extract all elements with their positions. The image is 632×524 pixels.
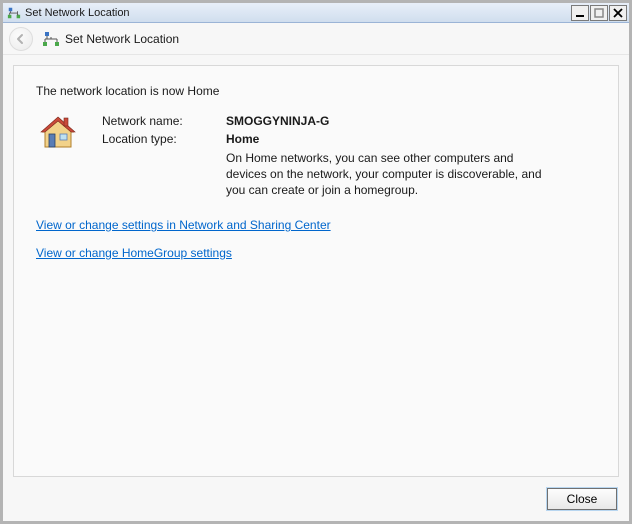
network-location-icon [7,6,21,20]
status-text: The network location is now Home [36,84,596,98]
content-area: The network location is now Home Network… [3,55,629,477]
values-column: SMOGGYNINJA-G Home On Home networks, you… [226,112,596,198]
content-panel: The network location is now Home Network… [13,65,619,477]
close-button[interactable]: Close [547,488,617,510]
minimize-button[interactable] [571,5,589,21]
wizard-header: Set Network Location [3,23,629,55]
location-type-label: Location type: [102,130,226,148]
wizard-title: Set Network Location [65,32,179,46]
network-location-icon [43,31,59,47]
titlebar: Set Network Location [3,3,629,23]
home-icon [38,112,78,152]
network-name-value: SMOGGYNINJA-G [226,112,596,130]
location-type-value: Home [226,130,596,148]
back-button[interactable] [9,27,33,51]
close-window-button[interactable] [609,5,627,21]
location-description: On Home networks, you can see other comp… [226,150,556,198]
window-title: Set Network Location [25,7,571,19]
network-name-label: Network name: [102,112,226,130]
homegroup-settings-link[interactable]: View or change HomeGroup settings [36,246,232,260]
window: Set Network Location [0,0,632,524]
footer: Close [3,477,629,521]
network-info: Network name: Location type: SMOGGYNINJA… [36,112,596,198]
window-controls [571,5,627,21]
maximize-button[interactable] [590,5,608,21]
labels-column: Network name: Location type: [102,112,226,148]
network-sharing-center-link[interactable]: View or change settings in Network and S… [36,218,331,232]
